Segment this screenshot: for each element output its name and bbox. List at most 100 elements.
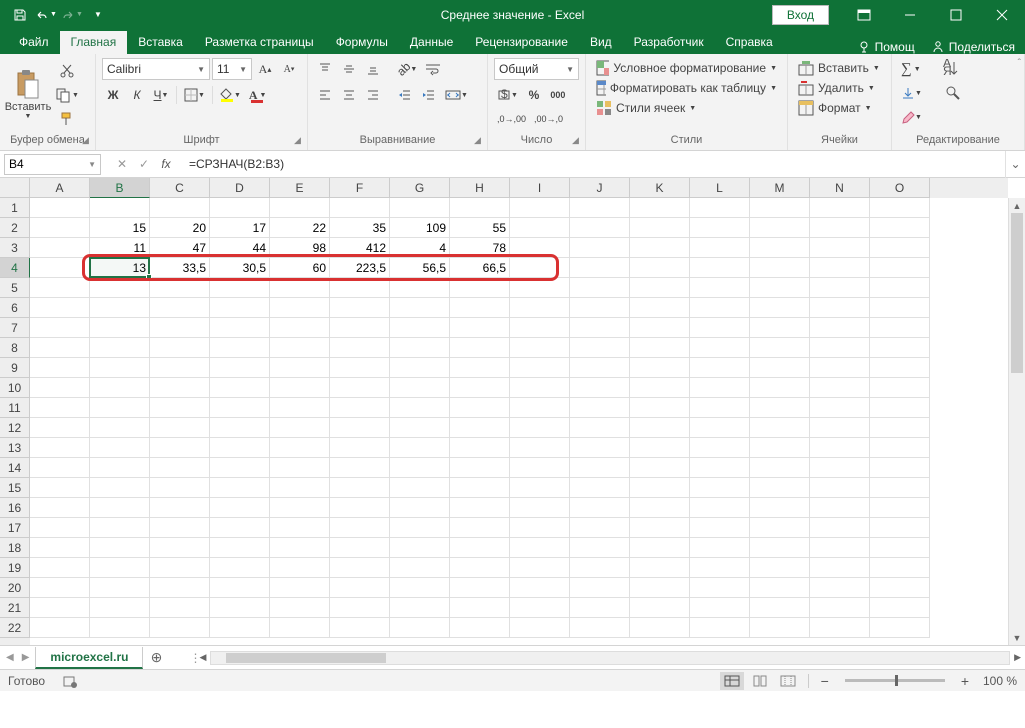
row-header[interactable]: 15 — [0, 478, 30, 498]
cell[interactable] — [150, 358, 210, 378]
insert-cells-button[interactable]: Вставить▼ — [794, 58, 885, 78]
cell[interactable] — [30, 458, 90, 478]
cell[interactable] — [870, 238, 930, 258]
row-header[interactable]: 2 — [0, 218, 30, 238]
tab-review[interactable]: Рецензирование — [464, 31, 579, 54]
decrease-decimal-icon[interactable]: ,00→,0 — [531, 108, 566, 130]
cell[interactable] — [270, 338, 330, 358]
cell[interactable]: 11 — [90, 238, 150, 258]
cell[interactable]: 66,5 — [450, 258, 510, 278]
cell[interactable] — [570, 278, 630, 298]
cell[interactable] — [510, 518, 570, 538]
cell[interactable] — [570, 398, 630, 418]
cell[interactable] — [630, 558, 690, 578]
cell[interactable] — [330, 558, 390, 578]
cell[interactable]: 30,5 — [210, 258, 270, 278]
cell[interactable] — [150, 378, 210, 398]
cell[interactable] — [330, 418, 390, 438]
name-box[interactable]: B4▼ — [4, 154, 101, 175]
cell[interactable] — [870, 278, 930, 298]
cell[interactable] — [330, 198, 390, 218]
cell[interactable] — [870, 538, 930, 558]
cell[interactable] — [330, 598, 390, 618]
maximize-icon[interactable] — [933, 0, 979, 29]
cell[interactable] — [330, 338, 390, 358]
find-select-icon[interactable] — [937, 82, 969, 104]
cell[interactable] — [750, 358, 810, 378]
column-header[interactable]: B — [90, 178, 150, 198]
scroll-down-icon[interactable]: ▼ — [1009, 630, 1025, 645]
cell[interactable] — [870, 318, 930, 338]
cell[interactable]: 78 — [450, 238, 510, 258]
cell[interactable] — [750, 438, 810, 458]
comma-icon[interactable]: 000 — [547, 84, 569, 106]
cell[interactable] — [690, 458, 750, 478]
macro-record-icon[interactable] — [63, 674, 77, 688]
cell[interactable] — [510, 258, 570, 278]
cell[interactable] — [90, 558, 150, 578]
cell[interactable] — [810, 198, 870, 218]
cell[interactable] — [150, 278, 210, 298]
cell[interactable] — [570, 318, 630, 338]
cell[interactable] — [150, 298, 210, 318]
cell[interactable] — [30, 278, 90, 298]
cell[interactable] — [90, 378, 150, 398]
cell[interactable] — [510, 198, 570, 218]
cell[interactable] — [750, 318, 810, 338]
align-bottom-icon[interactable] — [362, 58, 384, 80]
cell[interactable] — [210, 518, 270, 538]
font-launcher-icon[interactable]: ◢ — [291, 134, 304, 147]
cell[interactable] — [630, 458, 690, 478]
cell[interactable] — [30, 238, 90, 258]
cell[interactable]: 55 — [450, 218, 510, 238]
column-header[interactable]: O — [870, 178, 930, 198]
column-header[interactable]: D — [210, 178, 270, 198]
sort-filter-icon[interactable]: АЯ — [936, 58, 968, 80]
page-layout-view-icon[interactable] — [748, 672, 772, 690]
cell-styles-button[interactable]: Стили ячеек▼ — [592, 98, 781, 118]
cell[interactable] — [270, 198, 330, 218]
cell[interactable] — [690, 238, 750, 258]
cell[interactable] — [810, 578, 870, 598]
cell[interactable]: 22 — [270, 218, 330, 238]
normal-view-icon[interactable] — [720, 672, 744, 690]
row-header[interactable]: 4 — [0, 258, 30, 278]
merge-cells-icon[interactable]: ▼ — [442, 84, 471, 106]
cell[interactable] — [90, 518, 150, 538]
cell[interactable] — [810, 618, 870, 638]
column-header[interactable]: N — [810, 178, 870, 198]
cell[interactable] — [270, 418, 330, 438]
tab-developer[interactable]: Разработчик — [623, 31, 715, 54]
cell[interactable] — [870, 358, 930, 378]
cell[interactable] — [30, 298, 90, 318]
tell-me[interactable]: Помощ — [857, 40, 915, 54]
cell[interactable] — [30, 618, 90, 638]
font-size-combo[interactable]: 11▼ — [212, 58, 252, 80]
cell[interactable] — [330, 278, 390, 298]
sheet-nav-next-icon[interactable]: ▶ — [22, 652, 30, 663]
align-right-icon[interactable] — [362, 84, 384, 106]
tab-insert[interactable]: Вставка — [127, 31, 194, 54]
cell[interactable] — [150, 398, 210, 418]
cell[interactable] — [90, 538, 150, 558]
cell[interactable] — [810, 378, 870, 398]
cell[interactable] — [30, 218, 90, 238]
enter-formula-icon[interactable]: ✓ — [133, 153, 155, 175]
cell[interactable] — [270, 358, 330, 378]
cell[interactable] — [870, 258, 930, 278]
cell[interactable] — [390, 298, 450, 318]
minimize-icon[interactable] — [887, 0, 933, 29]
cell[interactable] — [270, 438, 330, 458]
page-break-view-icon[interactable] — [776, 672, 800, 690]
tab-file[interactable]: Файл — [8, 31, 60, 54]
cell[interactable] — [810, 278, 870, 298]
cell[interactable] — [390, 558, 450, 578]
horizontal-scrollbar[interactable] — [210, 651, 1010, 665]
cell[interactable] — [390, 578, 450, 598]
cell[interactable] — [450, 378, 510, 398]
cell[interactable] — [810, 298, 870, 318]
column-header[interactable]: K — [630, 178, 690, 198]
row-header[interactable]: 8 — [0, 338, 30, 358]
cell[interactable] — [150, 338, 210, 358]
cell[interactable]: 47 — [150, 238, 210, 258]
